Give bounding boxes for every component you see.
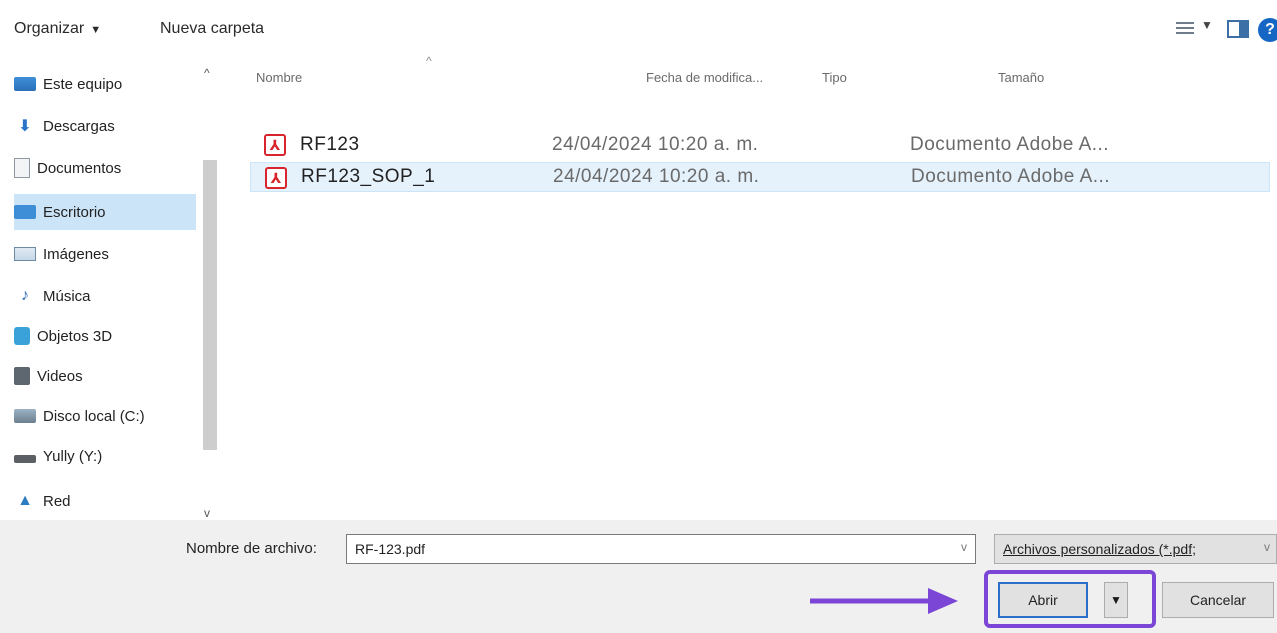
- column-header-size[interactable]: Tamaño: [998, 70, 1044, 85]
- nav-item-este-equipo[interactable]: Este equipo: [14, 66, 196, 102]
- nav-item-disco-local[interactable]: Disco local (C:): [14, 398, 196, 434]
- nav-item-label: Disco local (C:): [43, 407, 145, 425]
- nav-item-videos[interactable]: Videos: [14, 358, 196, 394]
- organize-label: Organizar: [14, 20, 85, 37]
- dialog-footer: Nombre de archivo: RF-123.pdf v Archivos…: [0, 520, 1277, 633]
- arrow-annotation: [810, 588, 958, 614]
- nav-item-label: Imágenes: [43, 245, 109, 263]
- nav-item-label: Este equipo: [43, 75, 123, 93]
- highlight-annotation: [984, 570, 1156, 628]
- chevron-down-icon[interactable]: v: [961, 540, 967, 554]
- scrollbar-thumb[interactable]: [203, 160, 217, 450]
- toolbar: Organizar ▼ Nueva carpeta ▼ ?: [0, 0, 1277, 60]
- nav-item-label: Documentos: [37, 159, 122, 177]
- file-name: RF123_SOP_1: [301, 166, 436, 187]
- file-type: Documento Adobe A...: [910, 134, 1110, 155]
- nav-item-imagenes[interactable]: Imágenes: [14, 236, 196, 272]
- new-folder-button[interactable]: Nueva carpeta: [160, 20, 264, 38]
- computer-icon: [14, 77, 36, 91]
- column-header-date[interactable]: Fecha de modifica...: [646, 70, 763, 85]
- nav-item-escritorio[interactable]: Escritorio: [14, 194, 196, 230]
- column-header-type[interactable]: Tipo: [822, 70, 847, 85]
- new-folder-label: Nueva carpeta: [160, 20, 265, 37]
- music-icon: ♪: [21, 287, 29, 304]
- download-icon: ⬇: [18, 118, 32, 135]
- nav-item-label: Descargas: [43, 117, 115, 135]
- file-date: 24/04/2024 10:20 a. m.: [552, 134, 759, 155]
- view-list-icon: [1176, 22, 1194, 38]
- network-icon: ▲: [17, 492, 33, 509]
- change-view-button[interactable]: ▼: [1176, 16, 1226, 44]
- file-row[interactable]: ⅄ RF123 24/04/2024 10:20 a. m. Documento…: [250, 130, 1270, 160]
- document-icon: [14, 158, 30, 178]
- nav-item-descargas[interactable]: ⬇ Descargas: [14, 108, 196, 144]
- scroll-up-icon[interactable]: ^: [204, 66, 210, 80]
- help-button[interactable]: ?: [1258, 16, 1277, 44]
- preview-pane-icon: [1227, 20, 1249, 38]
- file-type: Documento Adobe A...: [911, 166, 1111, 187]
- sort-caret-icon: ^: [426, 54, 432, 68]
- pdf-icon: ⅄: [264, 134, 286, 156]
- scroll-down-icon[interactable]: v: [204, 506, 210, 520]
- preview-pane-button[interactable]: [1227, 16, 1253, 44]
- desktop-icon: [14, 205, 36, 219]
- nav-item-documentos[interactable]: Documentos: [14, 150, 196, 186]
- nav-item-musica[interactable]: ♪ Música: [14, 278, 196, 314]
- nav-item-red[interactable]: ▲ Red: [14, 486, 196, 516]
- column-header-name[interactable]: Nombre: [256, 70, 302, 85]
- chevron-down-icon[interactable]: v: [1264, 540, 1270, 554]
- filename-value: RF-123.pdf: [355, 541, 426, 557]
- video-icon: [14, 367, 30, 385]
- nav-item-label: Yully (Y:): [43, 447, 103, 465]
- chevron-down-icon: ▼: [1201, 18, 1213, 32]
- cancel-button[interactable]: Cancelar: [1162, 582, 1274, 618]
- file-row[interactable]: ⅄ RF123_SOP_1 24/04/2024 10:20 a. m. Doc…: [250, 162, 1270, 192]
- file-list: ^ Nombre Fecha de modifica... Tipo Tamañ…: [240, 54, 1277, 520]
- filename-label: Nombre de archivo:: [186, 540, 317, 557]
- nav-item-label: Escritorio: [43, 203, 106, 221]
- cube-icon: [14, 327, 30, 345]
- file-date: 24/04/2024 10:20 a. m.: [553, 166, 760, 187]
- cancel-label: Cancelar: [1189, 592, 1247, 608]
- drive-icon: [14, 455, 36, 463]
- nav-item-yully[interactable]: Yully (Y:): [14, 438, 196, 474]
- help-icon: ?: [1258, 18, 1277, 42]
- filename-input[interactable]: RF-123.pdf v: [346, 534, 976, 564]
- nav-item-label: Red: [43, 492, 71, 510]
- filter-value: Archivos personalizados (*.pdf;: [1003, 541, 1196, 557]
- nav-item-label: Videos: [37, 367, 83, 385]
- chevron-down-icon: ▼: [90, 24, 102, 36]
- disk-icon: [14, 409, 36, 423]
- file-name: RF123: [300, 134, 360, 155]
- nav-scrollbar[interactable]: ^ v: [200, 64, 220, 520]
- file-type-filter-select[interactable]: Archivos personalizados (*.pdf; v: [994, 534, 1277, 564]
- nav-item-label: Música: [43, 287, 91, 305]
- pdf-icon: ⅄: [265, 167, 287, 189]
- image-icon: [14, 247, 36, 261]
- navigation-pane: Este equipo ⬇ Descargas Documentos Escri…: [0, 60, 222, 520]
- organize-button[interactable]: Organizar ▼: [14, 20, 101, 38]
- nav-item-objetos-3d[interactable]: Objetos 3D: [14, 318, 196, 354]
- nav-item-label: Objetos 3D: [37, 327, 113, 345]
